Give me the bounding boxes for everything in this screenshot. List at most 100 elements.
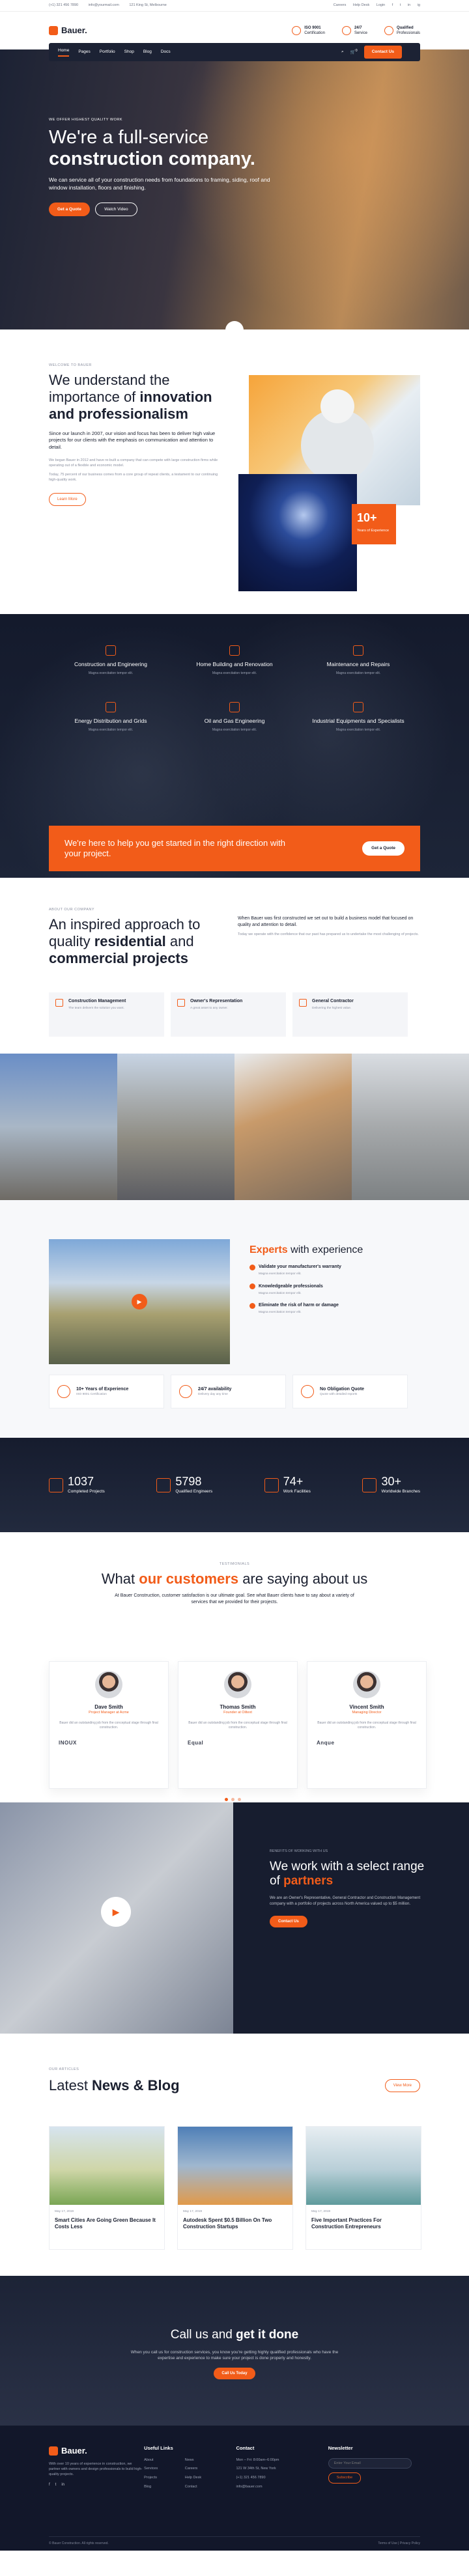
logo-icon — [49, 2446, 58, 2456]
search-icon[interactable]: ⌕ — [341, 49, 344, 55]
avatar — [224, 1671, 251, 1698]
topbar-link-careers[interactable]: Careers — [334, 3, 347, 7]
chevron-down-icon[interactable]: ⌄ — [225, 321, 244, 330]
footer-link[interactable]: Blog — [144, 2485, 173, 2490]
header-info-service: 24/7 Service — [341, 25, 367, 36]
topbar-phone[interactable]: (+1) 321 456 7890 — [49, 3, 78, 7]
nav-blog[interactable]: Blog — [143, 49, 152, 55]
testimonial-card: Thomas Smith Founder at Oiltext Bauer did … — [178, 1661, 298, 1789]
approach-card[interactable]: Owner's Representation A great asset to a… — [171, 992, 286, 1037]
testimonials-sub: At Bauer Construction, customer satisfac… — [115, 1593, 354, 1604]
clock-icon — [341, 26, 351, 35]
about-section: WELCOME TO BAUER We understand the impor… — [0, 329, 469, 614]
gallery-image[interactable] — [352, 1054, 469, 1200]
about-p2: Today, 75 percent of our business comes … — [49, 473, 218, 483]
service-item[interactable]: Construction and Engineering Magna exerci… — [49, 645, 173, 676]
footer-link[interactable]: Services — [144, 2467, 173, 2472]
footer-link[interactable]: Help Desk — [185, 2476, 201, 2481]
facebook-icon[interactable]: f — [392, 3, 393, 7]
approach-card[interactable]: Construction Management The team delivers… — [49, 992, 164, 1037]
engineer-icon — [156, 1477, 171, 1492]
approach-tag: ABOUT OUR COMPANY — [49, 908, 95, 912]
topbar-link-login[interactable]: Login — [377, 3, 385, 7]
play-icon[interactable]: ▶ — [132, 1294, 147, 1309]
nav-home[interactable]: Home — [58, 48, 70, 57]
newsletter-email-input[interactable] — [328, 2457, 412, 2469]
footer-phone[interactable]: (+1) 321 456 7890 — [236, 2476, 328, 2481]
footer-link[interactable]: News — [185, 2458, 201, 2463]
topbar-address: 121 King St, Melbourne — [129, 3, 167, 7]
approach-card[interactable]: General Contractor Delivering the highest… — [292, 992, 408, 1037]
twitter-icon[interactable]: t — [55, 2482, 57, 2487]
nav-portfolio[interactable]: Portfolio — [100, 49, 115, 55]
owner-icon — [177, 999, 185, 1007]
news-image — [306, 2127, 421, 2205]
nav-shop[interactable]: Shop — [124, 49, 134, 55]
twitter-icon[interactable]: t — [400, 3, 401, 7]
energy-icon — [106, 702, 116, 713]
partners-contact-button[interactable]: Contact Us — [270, 1916, 307, 1928]
call-title: Call us and get it done — [170, 2328, 299, 2342]
footer-link[interactable]: About — [144, 2458, 173, 2463]
logo[interactable]: Bauer. — [49, 25, 87, 36]
facebook-icon[interactable]: f — [49, 2482, 50, 2487]
watch-video-button[interactable]: Watch Video — [95, 203, 137, 217]
feature-card: 24/7 availability Delivery day any time — [171, 1375, 286, 1408]
facility-icon — [264, 1477, 279, 1492]
subscribe-button[interactable]: Subscribe — [328, 2472, 362, 2484]
play-icon[interactable]: ▶ — [101, 1897, 131, 1927]
partners-video[interactable]: ▶ — [0, 1802, 233, 2034]
cta-quote-button[interactable]: Get a Quote — [362, 841, 405, 856]
call-us-button[interactable]: Call Us Today — [214, 2367, 255, 2380]
check-icon — [249, 1302, 255, 1309]
experts-video[interactable]: ▶ — [49, 1239, 230, 1364]
footer-about: With over 10 years of experience in cons… — [49, 2462, 143, 2476]
footer-link[interactable]: Careers — [185, 2467, 201, 2472]
instagram-icon[interactable]: ig — [418, 3, 420, 7]
cart-count: 0 — [355, 48, 358, 53]
gallery-image[interactable] — [117, 1054, 234, 1200]
partners-tag: BENEFITS OF WORKING WITH US — [270, 1849, 328, 1853]
oil-icon — [229, 702, 240, 713]
learn-more-button[interactable]: Learn More — [49, 492, 86, 507]
footer-address: 121 W 34th St, New York — [236, 2467, 276, 2471]
testimonial-card: Dave Smith Project Manager at Acme Bauer d… — [49, 1661, 169, 1789]
call-text: When you call us for construction servic… — [130, 2349, 339, 2360]
footer-link[interactable]: Projects — [144, 2476, 173, 2481]
legal-links[interactable]: Terms of Use | Privacy Policy — [378, 2541, 420, 2546]
cart-icon[interactable]: 🛒0 — [350, 49, 358, 55]
view-more-button[interactable]: View More — [384, 2079, 420, 2093]
linkedin-icon[interactable]: in — [61, 2482, 64, 2487]
gallery-image[interactable] — [0, 1054, 117, 1200]
news-section: OUR ARTICLES Latest News & Blog View Mor… — [0, 2034, 469, 2276]
service-item[interactable]: Oil and Gas Engineering Magna exercitatio… — [173, 702, 296, 733]
service-item[interactable]: Energy Distribution and Grids Magna exerc… — [49, 702, 173, 733]
news-card[interactable]: May 17, 2019 Smart Cities Are Going Green… — [49, 2126, 165, 2250]
nav-pages[interactable]: Pages — [78, 49, 90, 55]
footer-logo[interactable]: Bauer. — [49, 2445, 144, 2457]
carousel-dots[interactable] — [225, 1798, 241, 1801]
contact-us-button[interactable]: Contact Us — [363, 46, 402, 59]
service-item[interactable]: Maintenance and Repairs Magna exercitatio… — [296, 645, 420, 676]
gallery-image[interactable] — [234, 1054, 352, 1200]
services-section: Construction and Engineering Magna exerci… — [0, 614, 469, 878]
news-image — [178, 2127, 292, 2205]
topbar-link-help[interactable]: Help Desk — [353, 3, 369, 7]
news-title: Latest News & Blog — [49, 2077, 180, 2093]
topbar-email[interactable]: info@yourmail.com — [89, 3, 119, 7]
news-tag: OUR ARTICLES — [49, 2067, 79, 2071]
linkedin-icon[interactable]: in — [408, 3, 410, 7]
footer-link[interactable]: Contact — [185, 2485, 201, 2490]
topbar: (+1) 321 456 7890 info@yourmail.com 121 … — [0, 0, 469, 12]
approach-title: An inspired approach to quality resident… — [49, 916, 201, 966]
testimonial-card: Vincent Smith Managing Director Bauer did … — [307, 1661, 427, 1789]
footer-hours: Mon – Fri: 8:00am–6:00pm — [236, 2457, 279, 2462]
nav-docs[interactable]: Docs — [161, 49, 171, 55]
get-quote-button[interactable]: Get a Quote — [49, 203, 90, 217]
news-card[interactable]: May 17, 2019 Five Important Practices For… — [306, 2126, 421, 2250]
service-item[interactable]: Industrial Equipments and Specialists Mag… — [296, 702, 420, 733]
header-info-qualified: Qualified Professionals — [384, 25, 420, 36]
service-item[interactable]: Home Building and Renovation Magna exerci… — [173, 645, 296, 676]
footer-email[interactable]: info@bauer.com — [236, 2485, 328, 2490]
news-card[interactable]: May 17, 2019 Autodesk Spent $0.5 Billion … — [177, 2126, 293, 2250]
